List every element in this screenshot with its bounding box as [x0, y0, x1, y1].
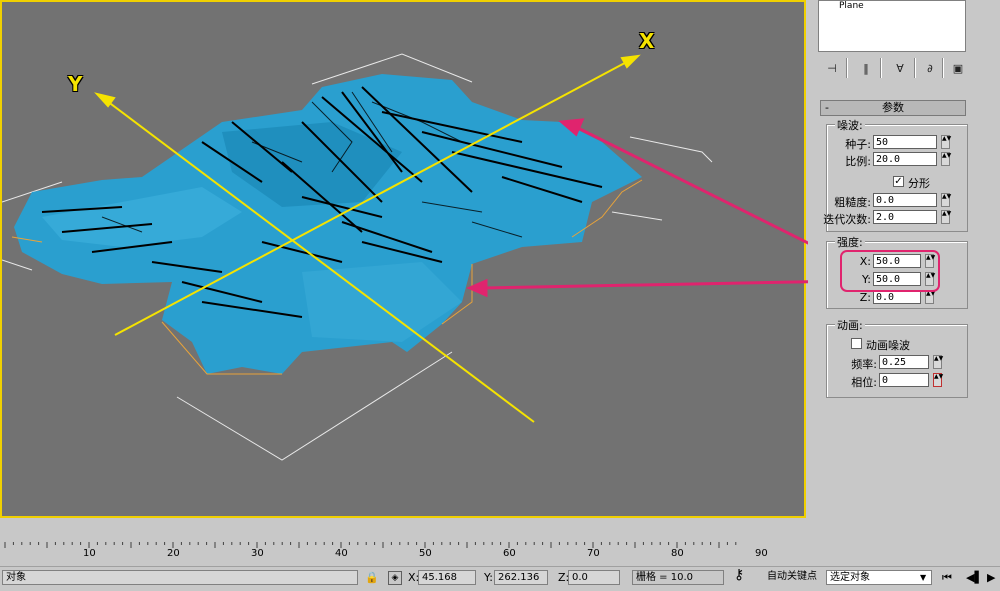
perspective-viewport[interactable]: X Y — [0, 0, 808, 518]
roughness-spinner[interactable]: ▲▼ — [941, 193, 951, 207]
strength-z-field[interactable]: 0.0 — [873, 290, 921, 304]
frequency-spinner[interactable]: ▲▼ — [933, 355, 943, 369]
noise-group-title: 噪波: — [835, 117, 865, 133]
modifier-stack-item[interactable]: Plane — [839, 1, 864, 11]
annotation-highlight-box — [840, 250, 940, 292]
roughness-label: 粗糙度: — [834, 196, 871, 209]
modifier-stack-list[interactable]: Plane — [818, 0, 966, 52]
seed-field[interactable]: 50 — [873, 135, 937, 149]
y-coord-label: Y: — [484, 571, 493, 584]
timeline-tick-label: 20 — [167, 548, 180, 559]
status-bar: 对象 🔒 ◈ X: 45.168 Y: 262.136 Z: 0.0 栅格 = … — [0, 566, 1000, 591]
frequency-field[interactable]: 0.25 — [879, 355, 929, 369]
timeline-tick-label: 70 — [587, 548, 600, 559]
remove-modifier-icon[interactable]: ∂ — [920, 60, 940, 78]
phase-spinner[interactable]: ▲▼ — [933, 373, 943, 387]
pin-stack-icon[interactable]: ⊣ — [822, 60, 842, 78]
key-icon[interactable]: ⚷ — [734, 567, 744, 583]
noise-plane-mesh — [14, 74, 642, 374]
play-icon[interactable]: ▶ — [987, 571, 995, 584]
selection-status-field: 对象 — [2, 570, 358, 585]
timeline-tick-label: 90 — [755, 548, 768, 559]
grid-size-display: 栅格 = 10.0 — [632, 570, 724, 585]
y-coord-field[interactable]: 262.136 — [494, 570, 548, 585]
seed-label: 种子: — [845, 138, 871, 151]
selection-set-dropdown[interactable]: 选定对象 — [826, 570, 932, 585]
fractal-checkbox[interactable]: ✓ — [893, 176, 904, 187]
animate-noise-label: 动画噪波 — [866, 339, 910, 352]
animation-group: 动画: 动画噪波 频率: 0.25 ▲▼ 相位: 0 ▲▼ — [826, 317, 968, 398]
strength-z-spinner[interactable]: ▲▼ — [925, 290, 935, 304]
go-to-start-icon[interactable]: ⏮ — [942, 571, 952, 585]
scale-field[interactable]: 20.0 — [873, 152, 937, 166]
previous-frame-icon[interactable]: ◀▌ — [966, 571, 983, 584]
show-end-result-icon[interactable]: ‖ — [856, 60, 876, 78]
x-axis-label: X — [639, 29, 655, 53]
noise-group: 噪波: 种子: 50 ▲▼ 比例: 20.0 ▲▼ ✓ 分形 粗糙度: 0.0 … — [823, 117, 968, 232]
frequency-label: 频率: — [851, 358, 877, 371]
dropdown-arrow-icon[interactable]: ▼ — [920, 573, 926, 582]
absolute-mode-icon[interactable]: ◈ — [388, 571, 402, 585]
fractal-label: 分形 — [908, 177, 930, 190]
y-axis-label: Y — [68, 72, 83, 96]
parameters-rollout-header[interactable]: - 参数 — [820, 100, 966, 116]
x-coord-field[interactable]: 45.168 — [418, 570, 476, 585]
z-coord-field[interactable]: 0.0 — [568, 570, 620, 585]
phase-label: 相位: — [851, 376, 877, 389]
timeline-tick-label: 30 — [251, 548, 264, 559]
iterations-label: 迭代次数: — [823, 213, 871, 226]
rollout-toggle[interactable]: - — [825, 101, 829, 115]
timeline-ticks — [4, 542, 737, 548]
strength-group-title: 强度: — [835, 234, 865, 250]
x-axis-arrowhead — [620, 54, 641, 69]
timeline-tick-label: 10 — [83, 548, 96, 559]
rollout-title: 参数 — [882, 101, 904, 114]
timeline-tick-label: 80 — [671, 548, 684, 559]
timeline-tick-label: 60 — [503, 548, 516, 559]
timeline-tick-label: 50 — [419, 548, 432, 559]
strength-z-label: Z: — [859, 291, 871, 304]
scale-label: 比例: — [845, 155, 871, 168]
animate-noise-checkbox[interactable] — [851, 338, 862, 349]
configure-sets-icon[interactable]: ▣ — [948, 60, 968, 78]
lock-selection-icon[interactable]: 🔒 — [365, 571, 379, 584]
timeline-ruler[interactable]: 10 20 30 40 50 60 70 80 90 — [0, 542, 768, 566]
seed-spinner[interactable]: ▲▼ — [941, 135, 951, 149]
timeline-tick-label: 40 — [335, 548, 348, 559]
animation-group-title: 动画: — [835, 317, 865, 333]
modifier-stack-toolbar: ⊣ ‖ ∀ ∂ ▣ — [816, 58, 966, 80]
scale-spinner[interactable]: ▲▼ — [941, 152, 951, 166]
auto-key-button[interactable]: 自动关键点 — [764, 570, 824, 585]
phase-field[interactable]: 0 — [879, 373, 929, 387]
make-unique-icon[interactable]: ∀ — [890, 60, 910, 78]
iterations-field[interactable]: 2.0 — [873, 210, 937, 224]
roughness-field[interactable]: 0.0 — [873, 193, 937, 207]
viewport-scene — [2, 53, 808, 461]
iterations-spinner[interactable]: ▲▼ — [941, 210, 951, 224]
